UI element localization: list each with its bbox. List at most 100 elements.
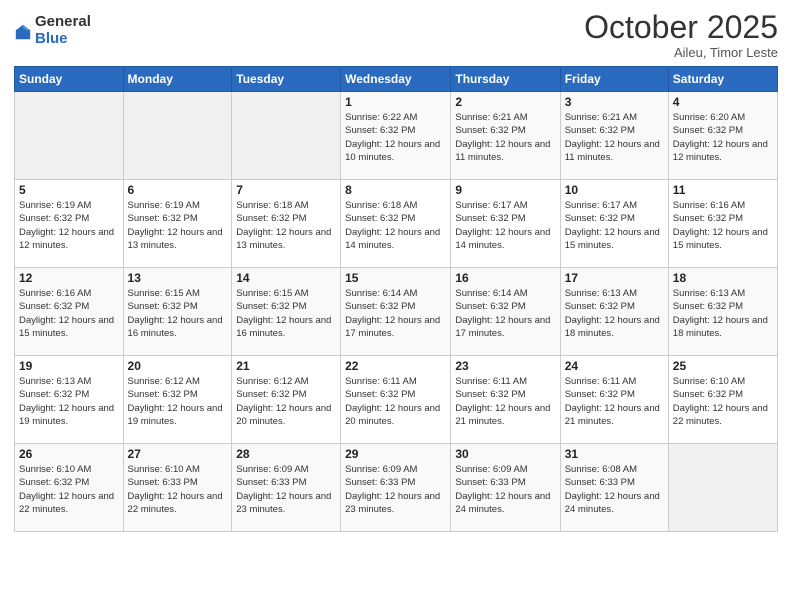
table-row: 28 Sunrise: 6:09 AM Sunset: 6:33 PM Dayli… [232,444,341,532]
table-row: 9 Sunrise: 6:17 AM Sunset: 6:32 PM Daylig… [451,180,560,268]
day-info: Sunrise: 6:19 AM Sunset: 6:32 PM Dayligh… [19,199,119,252]
table-row: 18 Sunrise: 6:13 AM Sunset: 6:32 PM Dayli… [668,268,777,356]
table-row: 13 Sunrise: 6:15 AM Sunset: 6:32 PM Dayli… [123,268,232,356]
day-info: Sunrise: 6:13 AM Sunset: 6:32 PM Dayligh… [565,287,664,340]
day-number: 10 [565,183,664,197]
table-row: 31 Sunrise: 6:08 AM Sunset: 6:33 PM Dayli… [560,444,668,532]
day-number: 20 [128,359,228,373]
day-number: 5 [19,183,119,197]
day-info: Sunrise: 6:13 AM Sunset: 6:32 PM Dayligh… [19,375,119,428]
day-info: Sunrise: 6:17 AM Sunset: 6:32 PM Dayligh… [455,199,555,252]
table-row: 10 Sunrise: 6:17 AM Sunset: 6:32 PM Dayli… [560,180,668,268]
day-info: Sunrise: 6:18 AM Sunset: 6:32 PM Dayligh… [236,199,336,252]
col-sunday: Sunday [15,67,124,92]
day-number: 1 [345,95,446,109]
day-number: 29 [345,447,446,461]
day-info: Sunrise: 6:08 AM Sunset: 6:33 PM Dayligh… [565,463,664,516]
day-info: Sunrise: 6:18 AM Sunset: 6:32 PM Dayligh… [345,199,446,252]
day-info: Sunrise: 6:15 AM Sunset: 6:32 PM Dayligh… [236,287,336,340]
table-row: 19 Sunrise: 6:13 AM Sunset: 6:32 PM Dayli… [15,356,124,444]
table-row [232,92,341,180]
table-row [15,92,124,180]
col-monday: Monday [123,67,232,92]
day-number: 22 [345,359,446,373]
day-info: Sunrise: 6:17 AM Sunset: 6:32 PM Dayligh… [565,199,664,252]
day-info: Sunrise: 6:16 AM Sunset: 6:32 PM Dayligh… [673,199,773,252]
table-row: 29Sunrise: 6:09 AM Sunset: 6:33 PM Dayli… [341,444,451,532]
day-info: Sunrise: 6:14 AM Sunset: 6:32 PM Dayligh… [345,287,446,340]
day-number: 27 [128,447,228,461]
table-row: 8 Sunrise: 6:18 AM Sunset: 6:32 PM Daylig… [341,180,451,268]
day-number: 28 [236,447,336,461]
title-section: October 2025 Aileu, Timor Leste [584,10,778,60]
day-info: Sunrise: 6:13 AM Sunset: 6:32 PM Dayligh… [673,287,773,340]
day-number: 18 [673,271,773,285]
day-info: Sunrise: 6:20 AM Sunset: 6:32 PM Dayligh… [673,111,773,164]
table-row: 21 Sunrise: 6:12 AM Sunset: 6:32 PM Dayli… [232,356,341,444]
table-row: 12Sunrise: 6:16 AM Sunset: 6:32 PM Dayli… [15,268,124,356]
logo-text: General Blue [35,14,91,47]
col-tuesday: Tuesday [232,67,341,92]
day-number: 21 [236,359,336,373]
table-row: 15 Sunrise: 6:14 AM Sunset: 6:32 PM Dayli… [341,268,451,356]
col-thursday: Thursday [451,67,560,92]
day-info: Sunrise: 6:19 AM Sunset: 6:32 PM Dayligh… [128,199,228,252]
table-row: 3 Sunrise: 6:21 AM Sunset: 6:32 PM Daylig… [560,92,668,180]
table-row: 17 Sunrise: 6:13 AM Sunset: 6:32 PM Dayli… [560,268,668,356]
day-info: Sunrise: 6:09 AM Sunset: 6:33 PM Dayligh… [236,463,336,516]
day-info: Sunrise: 6:11 AM Sunset: 6:32 PM Dayligh… [455,375,555,428]
table-row: 5 Sunrise: 6:19 AM Sunset: 6:32 PM Daylig… [15,180,124,268]
logo: General Blue [14,14,91,47]
col-wednesday: Wednesday [341,67,451,92]
day-number: 8 [345,183,446,197]
logo-general: General [35,14,91,31]
calendar: Sunday Monday Tuesday Wednesday Thursday… [14,66,778,532]
day-number: 16 [455,271,555,285]
table-row [123,92,232,180]
day-number: 13 [128,271,228,285]
table-row: 14Sunrise: 6:15 AM Sunset: 6:32 PM Dayli… [232,268,341,356]
table-row: 16 Sunrise: 6:14 AM Sunset: 6:32 PM Dayli… [451,268,560,356]
day-info: Sunrise: 6:09 AM Sunset: 6:33 PM Dayligh… [455,463,555,516]
day-number: 26 [19,447,119,461]
logo-icon [14,23,32,41]
day-info: Sunrise: 6:15 AM Sunset: 6:32 PM Dayligh… [128,287,228,340]
day-info: Sunrise: 6:10 AM Sunset: 6:33 PM Dayligh… [128,463,228,516]
table-row: 24Sunrise: 6:11 AM Sunset: 6:32 PM Dayli… [560,356,668,444]
day-number: 24 [565,359,664,373]
table-row: 7 Sunrise: 6:18 AM Sunset: 6:32 PM Daylig… [232,180,341,268]
table-row: 27 Sunrise: 6:10 AM Sunset: 6:33 PM Dayli… [123,444,232,532]
day-number: 17 [565,271,664,285]
day-info: Sunrise: 6:21 AM Sunset: 6:32 PM Dayligh… [455,111,555,164]
day-number: 3 [565,95,664,109]
day-number: 7 [236,183,336,197]
day-number: 15 [345,271,446,285]
col-friday: Friday [560,67,668,92]
month-title: October 2025 [584,10,778,45]
table-row: 23 Sunrise: 6:11 AM Sunset: 6:32 PM Dayli… [451,356,560,444]
day-number: 19 [19,359,119,373]
day-number: 6 [128,183,228,197]
day-info: Sunrise: 6:12 AM Sunset: 6:32 PM Dayligh… [128,375,228,428]
day-number: 2 [455,95,555,109]
table-row: 11 Sunrise: 6:16 AM Sunset: 6:32 PM Dayli… [668,180,777,268]
table-row: 25Sunrise: 6:10 AM Sunset: 6:32 PM Dayli… [668,356,777,444]
header: General Blue October 2025 Aileu, Timor L… [14,10,778,60]
day-number: 30 [455,447,555,461]
table-row: 4Sunrise: 6:20 AM Sunset: 6:32 PM Daylig… [668,92,777,180]
day-info: Sunrise: 6:21 AM Sunset: 6:32 PM Dayligh… [565,111,664,164]
day-number: 23 [455,359,555,373]
day-info: Sunrise: 6:12 AM Sunset: 6:32 PM Dayligh… [236,375,336,428]
day-number: 12 [19,271,119,285]
day-number: 31 [565,447,664,461]
day-info: Sunrise: 6:10 AM Sunset: 6:32 PM Dayligh… [19,463,119,516]
day-info: Sunrise: 6:14 AM Sunset: 6:32 PM Dayligh… [455,287,555,340]
table-row: 20 Sunrise: 6:12 AM Sunset: 6:32 PM Dayli… [123,356,232,444]
logo-blue: Blue [35,31,91,48]
day-number: 11 [673,183,773,197]
table-row: 6 Sunrise: 6:19 AM Sunset: 6:32 PM Daylig… [123,180,232,268]
table-row: 1Sunrise: 6:22 AM Sunset: 6:32 PM Daylig… [341,92,451,180]
day-number: 9 [455,183,555,197]
day-info: Sunrise: 6:11 AM Sunset: 6:32 PM Dayligh… [345,375,446,428]
page: General Blue October 2025 Aileu, Timor L… [0,0,792,612]
